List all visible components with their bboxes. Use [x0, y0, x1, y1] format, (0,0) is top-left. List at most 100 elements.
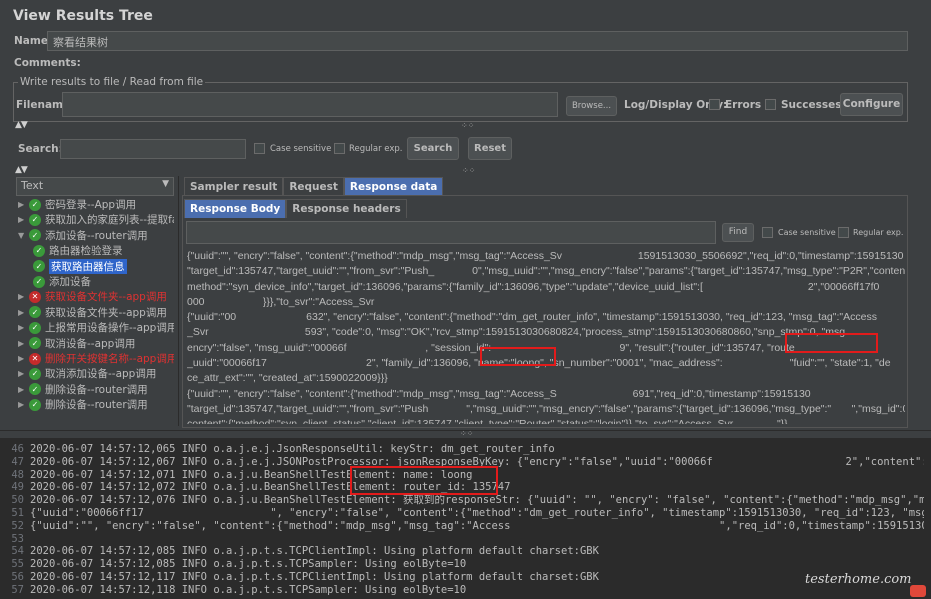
log-line: 56 2020-06-07 14:57:12,117 INFO o.a.j.p.t… — [4, 571, 924, 584]
response-line: "target_id":135747,"target_uuid":"","fro… — [187, 265, 905, 278]
log-line-number: 48 — [11, 468, 24, 481]
log-line-number: 46 — [11, 443, 24, 455]
error-status-icon: ✕ — [29, 352, 41, 365]
expand-right-icon[interactable]: ▶ — [18, 308, 29, 317]
name-input[interactable]: 察看结果树 — [47, 31, 908, 51]
tree-item[interactable]: ▶ ✓ 取消设备--app调用 — [18, 336, 135, 351]
results-tree: ▶✓密码登录--App调用▶✓获取加入的家庭列表--提取fam▼✓添加设备--r… — [16, 197, 174, 429]
tree-item-label: 获取路由器信息 — [49, 258, 127, 274]
log-line: 52 {"uuid":"", "encry":"false", "content"… — [4, 520, 924, 533]
tree-item[interactable]: ✓ 添加设备 — [31, 274, 91, 289]
response-line: "target_id":135747,"target_uuid":"","fro… — [187, 402, 905, 415]
log-line: 54 2020-06-07 14:57:12,085 INFO o.a.j.p.t… — [4, 545, 924, 558]
expand-right-icon[interactable]: ▶ — [18, 339, 29, 348]
log-line-text: 2020-06-07 14:57:12,076 INFO o.a.j.u.Bea… — [30, 494, 924, 507]
expand-right-icon[interactable]: ▶ — [18, 354, 29, 363]
log-line-text: 2020-06-07 14:57:12,117 INFO o.a.j.p.t.s… — [30, 570, 599, 583]
tree-item[interactable]: ▼ ✓ 添加设备--router调用 — [18, 228, 148, 243]
tree-item[interactable]: ▶ ✓ 上报常用设备操作--app调用 — [18, 320, 174, 335]
vertical-splitter[interactable] — [178, 176, 179, 426]
highlight-name-box — [480, 347, 556, 366]
tree-item[interactable]: ▶ ✓ 密码登录--App调用 — [18, 197, 136, 212]
tab-response-body[interactable]: Response Body — [184, 199, 287, 218]
expand-right-icon[interactable]: ▶ — [18, 292, 29, 301]
log-line-text: 2020-06-07 14:57:12,065 INFO o.a.j.e.j.J… — [30, 443, 555, 455]
success-status-icon: ✓ — [29, 321, 41, 334]
log-line-text: {"uuid":"", "encry":"false", "content":{… — [30, 519, 924, 532]
tree-item[interactable]: ▶✓ 获取加入的家庭列表--提取fam — [18, 212, 174, 227]
expand-right-icon[interactable]: ▶ — [18, 385, 29, 394]
successes-checkbox[interactable] — [765, 99, 776, 110]
log-line: 53 — [4, 533, 924, 546]
splitter-handle-2[interactable]: ⁘⁘ — [462, 166, 475, 175]
expand-down-icon[interactable]: ▼ — [18, 231, 29, 240]
response-case-sensitive-checkbox[interactable] — [762, 227, 773, 238]
log-line: 55 2020-06-07 14:57:12,085 INFO o.a.j.p.t… — [4, 558, 924, 571]
errors-checkbox[interactable] — [709, 99, 720, 110]
tab-request[interactable]: Request — [283, 177, 344, 196]
tree-item[interactable]: ▶ ✓ 取消添加设备--app调用 — [18, 366, 156, 381]
successes-label: Successes — [781, 99, 842, 111]
log-line-text: 2020-06-07 14:57:12,118 INFO o.a.j.p.t.s… — [30, 583, 467, 596]
tree-item[interactable]: ▶ ✕ 删除开关按键名称--app调用 — [18, 351, 174, 366]
collapse-arrows[interactable]: ▲▼ — [15, 120, 28, 130]
tree-item[interactable]: ▶ ✕ 获取设备文件夹--app调用 — [18, 289, 167, 304]
renderer-selected-value: Text — [21, 179, 44, 192]
success-status-icon: ✓ — [29, 337, 41, 350]
case-sensitive-label: Case sensitive — [270, 144, 332, 154]
expand-right-icon[interactable]: ▶ — [18, 400, 29, 409]
log-panel: 46 2020-06-07 14:57:12,065 INFO o.a.j.e.j… — [0, 438, 931, 599]
tree-item-label: 密码登录--App调用 — [45, 199, 137, 211]
log-splitter-handle[interactable]: ⁘⁘ — [460, 429, 473, 438]
response-regular-exp-label: Regular exp. — [853, 228, 904, 237]
search-input[interactable] — [60, 139, 246, 159]
expand-right-icon[interactable]: ▶ — [18, 323, 29, 332]
success-status-icon: ✓ — [33, 260, 45, 273]
configure-button[interactable]: Configure — [840, 93, 903, 116]
tree-item-label: 取消设备--app调用 — [45, 337, 136, 350]
log-line-number: 50 — [11, 494, 24, 507]
tree-item-label: 删除开关按键名称--app调用 — [45, 353, 174, 365]
response-search-input[interactable] — [186, 221, 716, 244]
log-line-number: 56 — [11, 570, 24, 583]
tree-item[interactable]: ▶ ✓ 删除设备--router调用 — [18, 382, 148, 397]
renderer-select[interactable]: Text ▼ — [16, 177, 174, 196]
tree-item-label: 添加设备--router调用 — [45, 229, 148, 242]
tree-item-label: 路由器检验登录 — [49, 245, 123, 258]
tree-item[interactable]: ▶ ✓ 删除设备--router调用 — [18, 397, 148, 412]
tree-item-label: 上报常用设备操作--app调用 — [45, 322, 174, 335]
filename-input[interactable] — [62, 92, 558, 117]
tab-sampler-result[interactable]: Sampler result — [184, 177, 284, 196]
tree-item[interactable]: ▶ ✓ 获取设备文件夹--app调用 — [18, 305, 167, 320]
response-line: ce_attr_ext":"", "created_at":1590022009… — [187, 372, 388, 385]
success-status-icon: ✓ — [29, 398, 41, 411]
success-status-icon: ✓ — [29, 306, 41, 319]
tree-item-label: 删除设备--router调用 — [45, 399, 148, 412]
expand-right-icon[interactable]: ▶ — [18, 200, 29, 209]
response-line: content":{"method":"syn_client_status","… — [187, 417, 905, 424]
response-regular-exp-checkbox[interactable] — [838, 227, 849, 238]
expand-right-icon[interactable]: ▶ — [18, 215, 29, 224]
tree-item[interactable]: ✓ 获取路由器信息 — [31, 258, 127, 274]
tree-item[interactable]: ✓ 路由器检验登录 — [31, 243, 123, 258]
search-button[interactable]: Search — [407, 137, 459, 160]
log-line-number: 54 — [11, 545, 24, 558]
collapse-arrows-2[interactable]: ▲▼ — [15, 165, 28, 175]
log-line: 51 {"uuid":"00066ff17 ", "encry":"false",… — [4, 507, 924, 520]
regular-exp-checkbox[interactable] — [334, 143, 345, 154]
case-sensitive-checkbox[interactable] — [254, 143, 265, 154]
expand-right-icon[interactable]: ▶ — [18, 369, 29, 378]
tree-item-label: 取消添加设备--app调用 — [45, 368, 157, 381]
log-line-text: 2020-06-07 14:57:12,085 INFO o.a.j.p.t.s… — [30, 545, 599, 558]
response-tabs: Response Body Response headers — [184, 199, 407, 218]
success-status-icon: ✓ — [29, 367, 41, 380]
tree-item-label: 获取设备文件夹--app调用 — [45, 291, 167, 304]
reset-button[interactable]: Reset — [468, 137, 512, 160]
tab-response-data[interactable]: Response data — [343, 177, 444, 196]
browse-button[interactable]: Browse... — [566, 96, 617, 116]
log-line: 46 2020-06-07 14:57:12,065 INFO o.a.j.e.j… — [4, 443, 924, 456]
splitter-handle[interactable]: ⁘⁘ — [461, 121, 474, 130]
log-line-number: 51 — [11, 506, 24, 519]
tab-response-headers[interactable]: Response headers — [286, 199, 407, 218]
find-button[interactable]: Find — [722, 223, 754, 242]
